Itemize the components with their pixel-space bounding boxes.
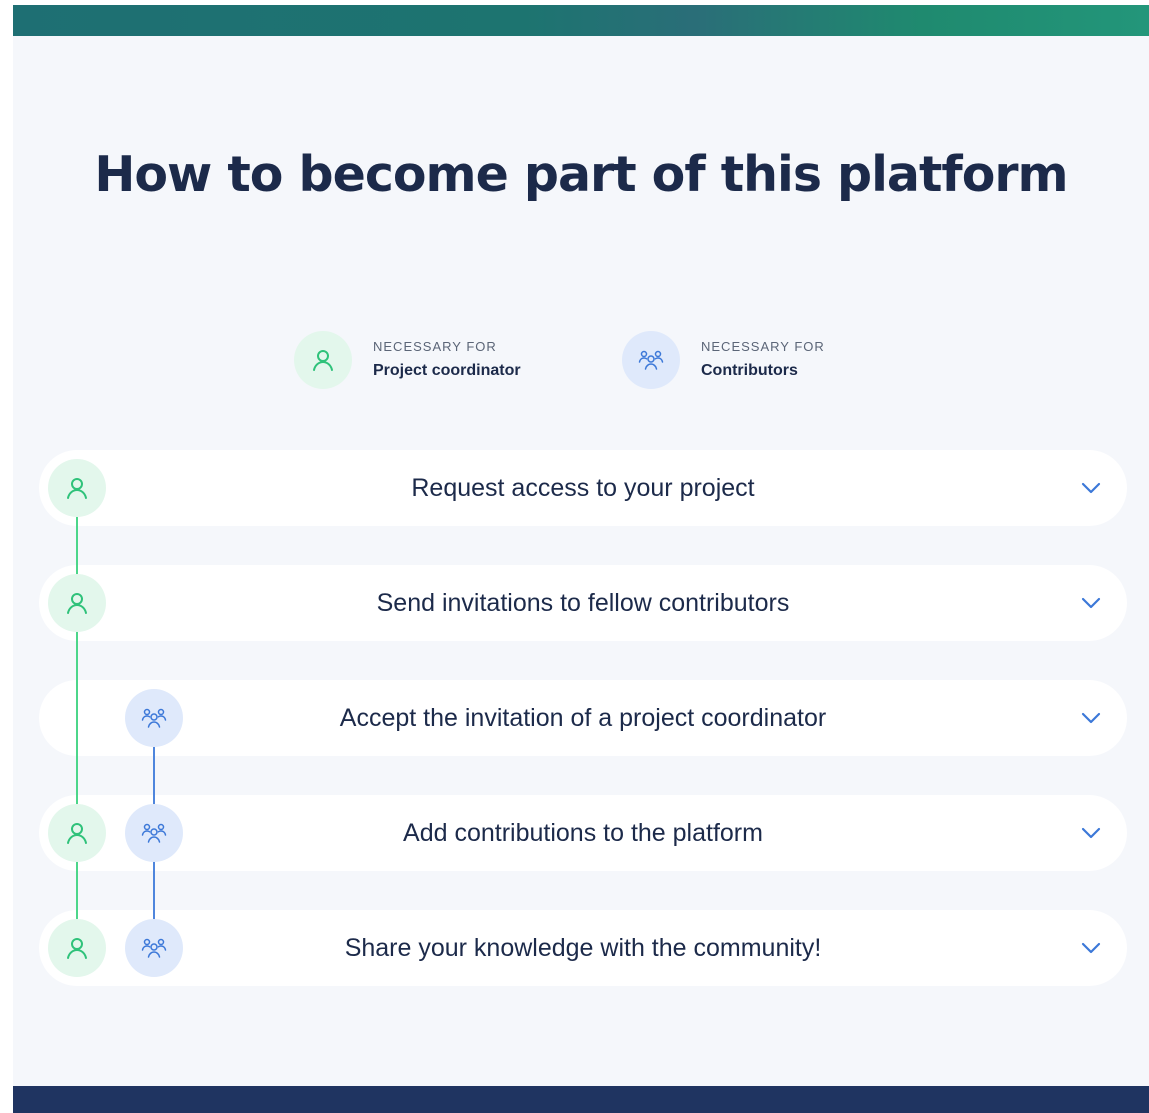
person-icon <box>48 574 106 632</box>
group-icon <box>125 919 183 977</box>
legend-caption: NECESSARY FOR <box>701 339 825 354</box>
group-icon <box>622 331 680 389</box>
step-label: Add contributions to the platform <box>403 818 763 847</box>
chevron-down-icon[interactable] <box>1079 593 1103 613</box>
main-section: How to become part of this platform NECE… <box>13 36 1149 1086</box>
person-icon <box>294 331 352 389</box>
step-accept-invitation[interactable]: Accept the invitation of a project coord… <box>39 680 1127 756</box>
legend-role: Project coordinator <box>373 362 521 379</box>
chevron-down-icon[interactable] <box>1079 938 1103 958</box>
step-add-contributions[interactable]: Add contributions to the platform <box>39 795 1127 871</box>
chevron-down-icon[interactable] <box>1079 708 1103 728</box>
step-label: Send invitations to fellow contributors <box>376 588 790 617</box>
page-title: How to become part of this platform <box>94 146 1068 203</box>
chevron-down-icon[interactable] <box>1079 478 1103 498</box>
step-share-knowledge[interactable]: Share your knowledge with the community! <box>39 910 1127 986</box>
step-send-invitations[interactable]: Send invitations to fellow contributors <box>39 565 1127 641</box>
person-icon <box>48 919 106 977</box>
group-icon <box>125 689 183 747</box>
step-request-access[interactable]: Request access to your project <box>39 450 1127 526</box>
footer-band <box>13 1086 1149 1113</box>
person-icon <box>48 459 106 517</box>
legend-role: Contributors <box>701 362 798 379</box>
top-banner <box>13 5 1149 36</box>
step-label: Request access to your project <box>411 473 755 502</box>
person-icon <box>48 804 106 862</box>
group-icon <box>125 804 183 862</box>
step-label: Accept the invitation of a project coord… <box>339 703 827 732</box>
step-label: Share your knowledge with the community! <box>344 933 822 962</box>
chevron-down-icon[interactable] <box>1079 823 1103 843</box>
legend-caption: NECESSARY FOR <box>373 339 497 354</box>
